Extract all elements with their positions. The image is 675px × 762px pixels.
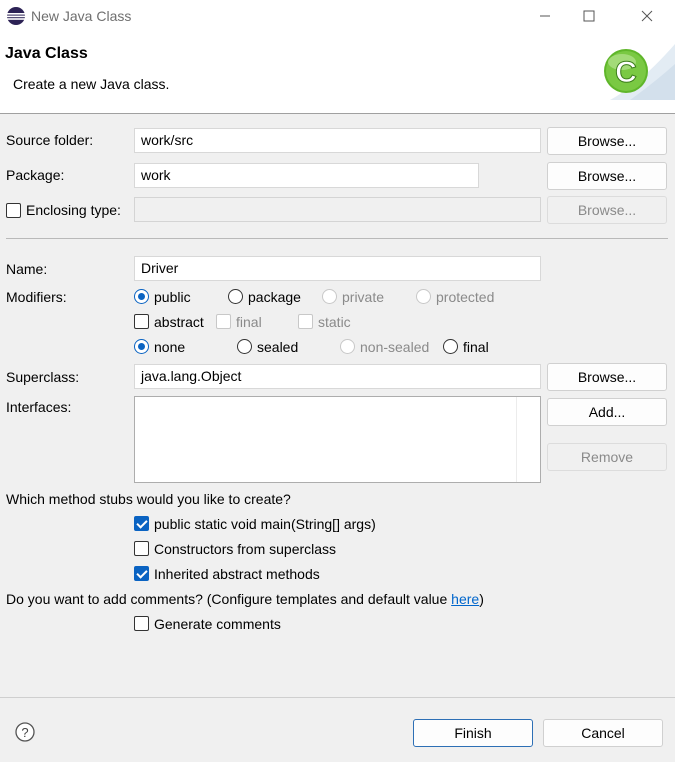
generate-comments-label: Generate comments — [154, 616, 281, 632]
modifier-package-radio[interactable] — [228, 289, 243, 304]
separator — [6, 238, 668, 239]
modifier-sealing-final-radio[interactable] — [443, 339, 458, 354]
modifier-final-checkbox[interactable] — [216, 314, 231, 329]
stub-inherited-checkbox[interactable] — [134, 566, 149, 581]
comments-question: Do you want to add comments? (Configure … — [6, 590, 484, 608]
name-label: Name: — [6, 261, 48, 277]
maximize-icon — [583, 10, 595, 22]
svg-text:C: C — [615, 56, 637, 89]
stub-constructors-checkbox[interactable] — [134, 541, 149, 556]
wizard-description: Create a new Java class. — [13, 76, 170, 92]
source-folder-label: Source folder: — [6, 132, 94, 148]
source-folder-browse-button[interactable]: Browse... — [547, 127, 667, 155]
source-folder-input[interactable]: work/src — [134, 128, 541, 153]
stub-main-label: public static void main(String[] args) — [154, 516, 376, 532]
modifier-public-label: public — [154, 289, 191, 305]
name-input[interactable]: Driver — [134, 256, 541, 281]
modifier-non-sealed-label: non-sealed — [360, 339, 430, 355]
close-icon — [641, 10, 653, 22]
enclosing-type-browse-button[interactable]: Browse... — [547, 196, 667, 224]
interfaces-label: Interfaces: — [6, 399, 72, 415]
wizard-title: Java Class — [5, 45, 88, 62]
modifier-sealed-radio[interactable] — [237, 339, 252, 354]
generate-comments-checkbox[interactable] — [134, 616, 149, 631]
help-icon[interactable]: ? — [15, 722, 35, 742]
footer-separator — [0, 697, 675, 698]
modifier-package-label: package — [248, 289, 301, 305]
minimize-button[interactable] — [523, 0, 567, 32]
superclass-label: Superclass: — [6, 369, 80, 385]
interfaces-add-button[interactable]: Add... — [547, 398, 667, 426]
package-browse-button[interactable]: Browse... — [547, 162, 667, 190]
minimize-icon — [540, 15, 550, 17]
interfaces-remove-button[interactable]: Remove — [547, 443, 667, 471]
cancel-button[interactable]: Cancel — [543, 719, 663, 747]
package-input[interactable]: work — [134, 163, 479, 188]
modifier-private-label: private — [342, 289, 385, 305]
modifier-sealed-label: sealed — [257, 339, 299, 355]
wizard-header — [0, 32, 675, 114]
modifier-none-label: none — [154, 339, 186, 355]
modifier-public-radio[interactable] — [134, 289, 149, 304]
modifier-abstract-checkbox[interactable] — [134, 314, 149, 329]
modifier-static-label: static — [318, 314, 351, 330]
modifiers-label: Modifiers: — [6, 289, 67, 305]
modifier-protected-label: protected — [436, 289, 495, 305]
modifier-private-radio[interactable] — [322, 289, 337, 304]
java-class-c-icon: C — [600, 34, 675, 100]
maximize-button[interactable] — [567, 0, 611, 32]
stub-main-checkbox[interactable] — [134, 516, 149, 531]
modifier-none-radio[interactable] — [134, 339, 149, 354]
close-button[interactable] — [625, 0, 669, 32]
svg-text:?: ? — [21, 725, 28, 740]
enclosing-type-label: Enclosing type: — [26, 202, 121, 218]
comments-question-text: Do you want to add comments? (Configure … — [6, 591, 452, 607]
stub-inherited-label: Inherited abstract methods — [154, 566, 320, 582]
enclosing-type-input[interactable] — [134, 197, 541, 222]
eclipse-icon — [6, 6, 26, 26]
superclass-input[interactable]: java.lang.Object — [134, 364, 541, 389]
enclosing-type-checkbox[interactable] — [6, 203, 21, 218]
superclass-browse-button[interactable]: Browse... — [547, 363, 667, 391]
modifier-protected-radio[interactable] — [416, 289, 431, 304]
modifier-final-label: final — [236, 314, 262, 330]
method-stubs-question: Which method stubs would you like to cre… — [6, 491, 291, 507]
modifier-sealing-final-label: final — [463, 339, 489, 355]
modifier-non-sealed-radio[interactable] — [340, 339, 355, 354]
configure-templates-link[interactable]: here — [451, 591, 479, 607]
finish-button[interactable]: Finish — [413, 719, 533, 747]
package-label: Package: — [6, 167, 65, 183]
modifier-static-checkbox[interactable] — [298, 314, 313, 329]
comments-question-end: ) — [479, 591, 484, 607]
stub-constructors-label: Constructors from superclass — [154, 541, 337, 557]
window-title: New Java Class — [31, 8, 132, 24]
interfaces-list[interactable] — [134, 396, 541, 483]
modifier-abstract-label: abstract — [154, 314, 204, 330]
interfaces-scrollbar[interactable] — [516, 397, 540, 482]
